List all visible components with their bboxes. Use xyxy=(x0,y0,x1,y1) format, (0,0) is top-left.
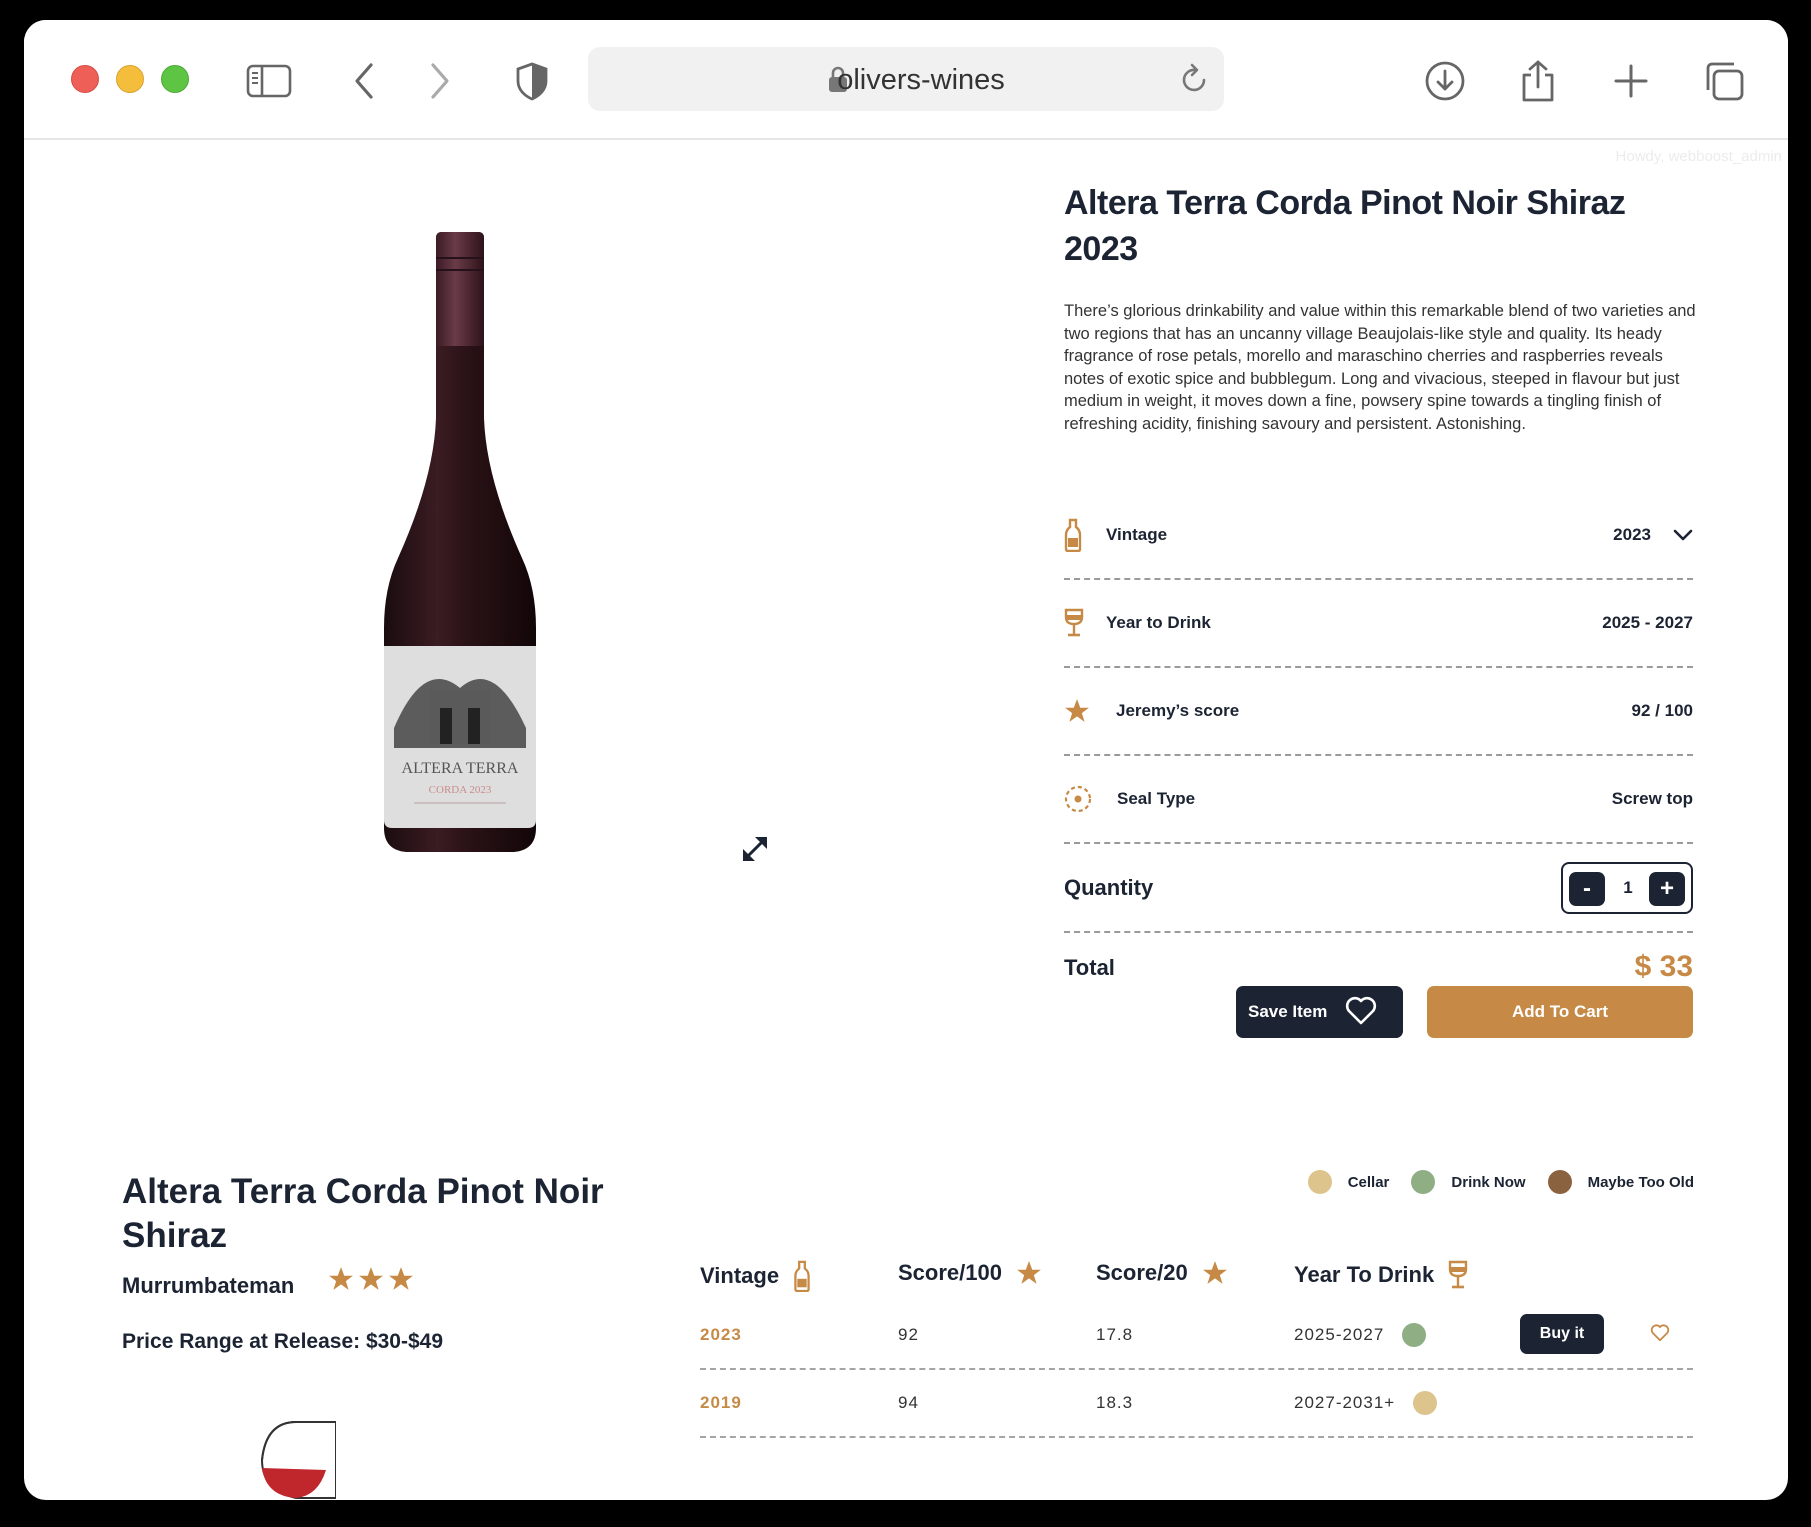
status-dot xyxy=(1413,1391,1438,1415)
table-row: 2023 92 17.8 2025-2027 Buy it xyxy=(700,1302,1693,1370)
table-row: 2019 94 18.3 2027-2031+ xyxy=(700,1370,1693,1438)
product-bottle-image[interactable]: ALTERA TERRA CORDA 2023 xyxy=(364,228,556,859)
drink-window-cell: 2025-2027 xyxy=(1294,1302,1427,1368)
legend-dot xyxy=(1547,1170,1572,1194)
bottle-icon xyxy=(1064,492,1082,578)
wine-glass-icon xyxy=(1449,1260,1468,1289)
attribute-value: Screw top xyxy=(1611,789,1693,808)
bottle-icon xyxy=(794,1260,810,1292)
reload-icon[interactable] xyxy=(1180,62,1210,99)
column-header-year-to-drink: Year To Drink xyxy=(1294,1260,1468,1290)
admin-greeting: Howdy, webboost_admin xyxy=(1615,148,1782,165)
drink-window-text: 2027-2031+ xyxy=(1294,1393,1396,1412)
wine-glass-icon xyxy=(1064,580,1084,666)
wine-glass-illustration xyxy=(256,1420,337,1500)
drink-window-cell: 2027-2031+ xyxy=(1294,1370,1438,1436)
browser-window: olivers-wines Howdy, webboost_admin ALTE… xyxy=(24,20,1788,1500)
drink-window-text: 2025-2027 xyxy=(1294,1325,1385,1344)
forward-icon[interactable] xyxy=(416,58,462,104)
shield-icon[interactable] xyxy=(509,58,555,104)
legend-label: Cellar xyxy=(1347,1173,1390,1191)
star-icon xyxy=(1064,668,1090,754)
attribute-vintage[interactable]: Vintage 2023 xyxy=(1064,492,1693,580)
header-label: Score/20 xyxy=(1096,1260,1188,1285)
tabs-overview-icon[interactable] xyxy=(1701,58,1747,104)
legend-item-cellar: Cellar xyxy=(1307,1170,1390,1194)
expand-image-icon[interactable] xyxy=(740,834,770,869)
legend-dot xyxy=(1307,1170,1332,1194)
star-rating xyxy=(328,1266,414,1292)
vintage-value: 2023 xyxy=(1613,525,1651,544)
chevron-down-icon xyxy=(1673,529,1693,541)
attribute-score: Jeremy’s score 92 / 100 xyxy=(1064,668,1693,756)
attribute-label: Seal Type xyxy=(1117,789,1196,808)
vintage-select[interactable]: 2023 xyxy=(1613,492,1693,578)
drink-status-legend: Cellar Drink Now Maybe Too Old xyxy=(1286,1170,1694,1194)
score20-cell: 18.3 xyxy=(1096,1393,1134,1412)
legend-label: Drink Now xyxy=(1451,1173,1526,1191)
star-icon xyxy=(329,1267,353,1290)
quantity-label: Quantity xyxy=(1064,875,1154,900)
zoom-window-button[interactable] xyxy=(161,65,189,93)
header-label: Vintage xyxy=(700,1263,780,1288)
total-value: $ 33 xyxy=(1634,950,1693,983)
section-title: Altera Terra Corda Pinot Noir Shiraz xyxy=(122,1172,604,1255)
star-icon xyxy=(359,1267,383,1290)
legend-item-maybe-too-old: Maybe Too Old xyxy=(1547,1170,1694,1194)
close-window-button[interactable] xyxy=(71,65,99,93)
address-bar[interactable]: olivers-wines xyxy=(588,47,1224,111)
quantity-value[interactable]: 1 xyxy=(1605,878,1651,898)
attribute-year-to-drink: Year to Drink 2025 - 2027 xyxy=(1064,580,1693,668)
total-label: Total xyxy=(1064,955,1115,980)
score100-cell: 94 xyxy=(898,1393,919,1412)
score100-cell: 92 xyxy=(898,1325,919,1344)
save-item-label: Save Item xyxy=(1248,1002,1328,1021)
star-icon xyxy=(1017,1261,1041,1284)
heart-icon xyxy=(1345,996,1377,1025)
attribute-value: 2025 - 2027 xyxy=(1602,613,1693,632)
heart-icon[interactable] xyxy=(1650,1324,1670,1347)
browser-toolbar: olivers-wines xyxy=(24,20,1788,140)
star-icon xyxy=(389,1267,413,1290)
attribute-label: Year to Drink xyxy=(1106,613,1211,632)
price-range: Price Range at Release: $30-$49 xyxy=(122,1330,444,1353)
minimize-window-button[interactable] xyxy=(116,65,144,93)
header-label: Year To Drink xyxy=(1294,1262,1435,1287)
legend-dot xyxy=(1411,1170,1436,1194)
column-header-score100: Score/100 xyxy=(898,1260,1042,1286)
save-item-button[interactable]: Save Item xyxy=(1236,986,1403,1038)
url-text: olivers-wines xyxy=(837,64,1005,96)
increase-quantity-button[interactable]: + xyxy=(1649,872,1685,906)
quantity-row: Quantity - 1 + xyxy=(1064,845,1693,933)
status-dot xyxy=(1402,1323,1427,1347)
column-header-vintage: Vintage xyxy=(700,1260,811,1292)
quantity-stepper[interactable]: - 1 + xyxy=(1561,862,1693,914)
star-icon xyxy=(1202,1261,1227,1284)
attribute-label: Vintage xyxy=(1106,525,1168,544)
svg-text:CORDA 2023: CORDA 2023 xyxy=(429,784,492,796)
vintage-cell[interactable]: 2023 xyxy=(700,1302,742,1368)
legend-item-drink-now: Drink Now xyxy=(1411,1170,1526,1194)
score20-cell: 17.8 xyxy=(1096,1325,1134,1344)
vintage-cell[interactable]: 2019 xyxy=(700,1370,742,1436)
attribute-label: Jeremy’s score xyxy=(1116,701,1240,720)
share-icon[interactable] xyxy=(1515,58,1561,104)
buy-it-button[interactable]: Buy it xyxy=(1520,1314,1604,1354)
add-to-cart-button[interactable]: Add To Cart xyxy=(1427,986,1693,1038)
product-description: There’s glorious drinkability and value … xyxy=(1064,302,1696,433)
decrease-quantity-button[interactable]: - xyxy=(1569,872,1605,906)
region-label: Murrumbateman xyxy=(122,1273,295,1298)
column-header-score20: Score/20 xyxy=(1096,1260,1228,1286)
download-icon[interactable] xyxy=(1422,58,1468,104)
sidebar-icon[interactable] xyxy=(246,58,292,104)
product-title: Altera Terra Corda Pinot Noir Shiraz 202… xyxy=(1064,184,1626,268)
seal-icon xyxy=(1064,756,1092,842)
header-label: Score/100 xyxy=(898,1260,1002,1285)
legend-label: Maybe Too Old xyxy=(1587,1173,1694,1191)
attribute-seal-type: Seal Type Screw top xyxy=(1064,756,1693,844)
back-icon[interactable] xyxy=(342,58,388,104)
svg-text:ALTERA TERRA: ALTERA TERRA xyxy=(402,760,519,777)
new-tab-icon[interactable] xyxy=(1608,58,1654,104)
attribute-value: 92 / 100 xyxy=(1631,701,1693,720)
